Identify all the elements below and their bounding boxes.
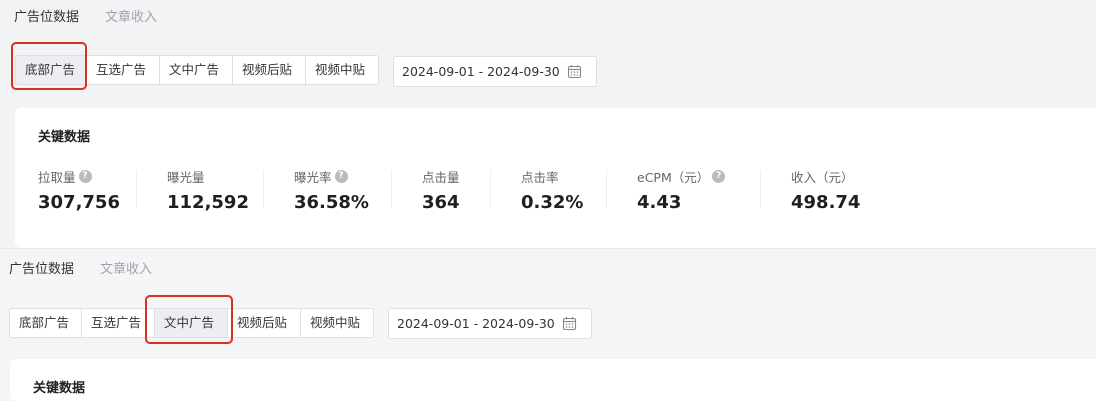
slot-mutual-select-ad[interactable]: 互选广告 <box>82 308 155 338</box>
top-tabs: 广告位数据 文章收入 <box>14 6 157 25</box>
question-circle-icon[interactable]: ? <box>78 169 92 183</box>
metric-value: 36.58% <box>294 192 369 213</box>
metric-impression-rate: 曝光率? 36.58% <box>294 168 369 213</box>
metric-label: 收入（元） <box>791 169 854 185</box>
metric-ecpm: eCPM（元）? 4.43 <box>637 168 726 213</box>
metric-label: 点击量 <box>422 169 460 185</box>
calendar-icon <box>562 316 577 331</box>
metric-income: 收入（元） 498.74 <box>791 168 861 214</box>
panel-bottom-ad: 广告位数据 文章收入 底部广告 互选广告 文中广告 视频后贴 视频中贴 2024… <box>0 0 1096 248</box>
question-circle-icon[interactable]: ? <box>712 169 726 183</box>
slot-video-post-roll[interactable]: 视频后贴 <box>233 55 306 85</box>
date-range-picker[interactable]: 2024-09-01 - 2024-09-30 <box>388 308 592 339</box>
metric-value: 0.32% <box>521 192 584 213</box>
slot-bottom-ad[interactable]: 底部广告 <box>9 308 82 338</box>
divider <box>391 170 392 208</box>
slot-video-mid-roll[interactable]: 视频中贴 <box>306 55 379 85</box>
metric-label: eCPM（元） <box>637 169 710 185</box>
divider <box>263 170 264 208</box>
metric-value: 4.43 <box>637 192 682 213</box>
tab-ad-slot-data[interactable]: 广告位数据 <box>14 6 79 25</box>
divider <box>490 170 491 208</box>
slot-bottom-ad[interactable]: 底部广告 <box>15 55 87 85</box>
calendar-icon <box>567 64 582 79</box>
metric-impressions: 曝光量 112,592 <box>167 168 249 214</box>
ad-slot-segmented-control: 底部广告 互选广告 文中广告 视频后贴 视频中贴 <box>15 55 379 85</box>
divider <box>760 170 761 208</box>
metric-label: 拉取量 <box>38 169 76 185</box>
slot-in-article-ad[interactable]: 文中广告 <box>160 55 233 85</box>
date-range-text: 2024-09-01 - 2024-09-30 <box>402 64 560 79</box>
divider <box>606 170 607 208</box>
tab-article-income[interactable]: 文章收入 <box>105 6 157 25</box>
metric-clicks: 点击量 364 <box>422 168 460 214</box>
tab-article-income[interactable]: 文章收入 <box>100 258 152 277</box>
card-title: 关键数据 <box>33 381 86 396</box>
metric-value: 112,592 <box>167 192 249 213</box>
metric-value: 364 <box>422 192 460 213</box>
metric-value: 307,756 <box>38 192 120 213</box>
divider <box>136 170 137 208</box>
metric-click-rate: 点击率 0.32% <box>521 168 584 214</box>
slot-video-mid-roll[interactable]: 视频中贴 <box>301 308 374 338</box>
slot-video-post-roll[interactable]: 视频后贴 <box>228 308 301 338</box>
metric-label: 曝光率 <box>294 169 332 185</box>
card-title: 关键数据 <box>38 130 91 145</box>
slot-in-article-ad[interactable]: 文中广告 <box>155 308 228 338</box>
date-range-text: 2024-09-01 - 2024-09-30 <box>397 316 555 331</box>
metric-pull-count: 拉取量? 307,756 <box>38 168 120 213</box>
date-range-picker[interactable]: 2024-09-01 - 2024-09-30 <box>393 56 597 87</box>
metric-label: 曝光量 <box>167 169 205 185</box>
question-circle-icon[interactable]: ? <box>334 169 348 183</box>
key-data-card: 关键数据 拉取量? 307,756 曝光量 112,592 曝光率? 36.58… <box>15 108 1096 248</box>
metric-label: 点击率 <box>521 169 559 185</box>
slot-mutual-select-ad[interactable]: 互选广告 <box>87 55 160 85</box>
key-data-card: 关键数据 <box>10 359 1096 401</box>
ad-slot-segmented-control: 底部广告 互选广告 文中广告 视频后贴 视频中贴 <box>9 308 374 338</box>
panel-in-article-ad: 广告位数据 文章收入 底部广告 互选广告 文中广告 视频后贴 视频中贴 2024… <box>0 248 1096 401</box>
tab-ad-slot-data[interactable]: 广告位数据 <box>9 258 74 277</box>
top-tabs: 广告位数据 文章收入 <box>9 258 152 277</box>
metric-value: 498.74 <box>791 192 861 213</box>
